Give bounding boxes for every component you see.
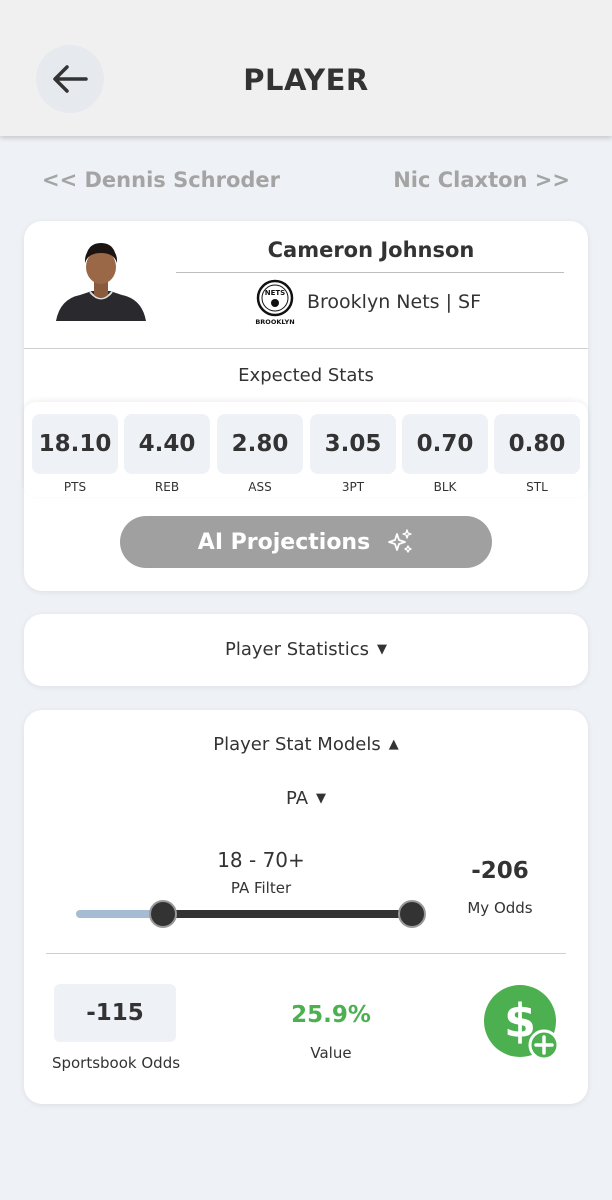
player-statistics-card[interactable]: Player Statistics ▼	[24, 614, 588, 686]
stat-value: 3.05	[310, 414, 396, 474]
stat-value: 2.80	[217, 414, 303, 474]
slider-min-handle[interactable]	[149, 900, 177, 928]
stat-label: 3PT	[341, 480, 365, 494]
page-title: PLAYER	[243, 63, 369, 97]
caret-down-icon: ▼	[316, 791, 327, 806]
dollar-plus-icon[interactable]: $	[484, 985, 560, 1061]
app-header: PLAYER	[0, 0, 612, 136]
caret-down-icon: ▼	[377, 642, 388, 657]
slider-track-active	[164, 910, 414, 918]
value-label: Value	[310, 1044, 352, 1062]
stat-models-label: Player Stat Models	[213, 734, 381, 755]
stat-select-value: PA	[285, 788, 309, 809]
expected-stats-title: Expected Stats	[238, 365, 374, 386]
stat-stl: 0.80 STL	[494, 414, 580, 494]
stat-label: REB	[154, 480, 180, 494]
team-logo-text: NETS	[265, 289, 285, 297]
team-position: Brooklyn Nets | SF	[307, 291, 482, 313]
player-statistics-toggle[interactable]: Player Statistics ▼	[24, 637, 588, 663]
slider-max-handle[interactable]	[398, 900, 426, 928]
stat-models-toggle[interactable]: Player Stat Models ▲	[24, 732, 588, 758]
sportsbook-odds-label: Sportsbook Odds	[51, 1054, 181, 1072]
stat-label: ASS	[248, 480, 272, 494]
prev-player-link[interactable]: << Dennis Schroder	[42, 165, 280, 195]
player-statistics-label: Player Statistics	[224, 639, 370, 660]
stat-value: 0.80	[494, 414, 580, 474]
sportsbook-odds-value[interactable]: -115	[54, 984, 176, 1042]
filter-range: 18 - 70+	[217, 848, 305, 872]
caret-up-icon: ▲	[388, 737, 399, 752]
team-logo: NETS BROOKLYN	[255, 279, 295, 326]
divider	[46, 953, 566, 954]
stat-label: STL	[526, 480, 548, 494]
divider	[24, 348, 588, 349]
stat-blk: 0.70 BLK	[402, 414, 488, 494]
team-logo-subtext: BROOKLYN	[255, 318, 294, 326]
sparkles-icon	[388, 529, 412, 553]
filter-label: PA Filter	[230, 879, 292, 897]
player-stat-models-card: Player Stat Models ▲ PA ▼ 18 - 70+ PA Filt…	[24, 710, 588, 1104]
stat-select[interactable]: PA ▼	[24, 786, 588, 812]
my-odds-label: My Odds	[467, 899, 533, 917]
player-name: Cameron Johnson	[267, 238, 475, 262]
stat-label: BLK	[433, 480, 457, 494]
value-percent: 25.9%	[291, 1002, 371, 1028]
ai-projections-button[interactable]: AI Projections	[120, 516, 492, 568]
expected-stats-row: 18.10 PTS 4.40 REB 2.80 ASS 3.05 3PT 0.7…	[24, 402, 588, 497]
stat-label: PTS	[63, 480, 87, 494]
divider	[176, 272, 564, 273]
next-player-link[interactable]: Nic Claxton >>	[393, 165, 570, 195]
player-avatar	[56, 243, 146, 321]
stat-ass: 2.80 ASS	[217, 414, 303, 494]
stat-value: 4.40	[124, 414, 210, 474]
my-odds-value: -206	[471, 858, 529, 884]
stat-pts: 18.10 PTS	[32, 414, 118, 494]
ai-projections-label: AI Projections	[197, 529, 371, 555]
player-card: Cameron Johnson NETS BROOKLYN Brooklyn N…	[24, 221, 588, 591]
stat-3pt: 3.05 3PT	[310, 414, 396, 494]
stat-reb: 4.40 REB	[124, 414, 210, 494]
stat-value: 0.70	[402, 414, 488, 474]
stat-value: 18.10	[32, 414, 118, 474]
